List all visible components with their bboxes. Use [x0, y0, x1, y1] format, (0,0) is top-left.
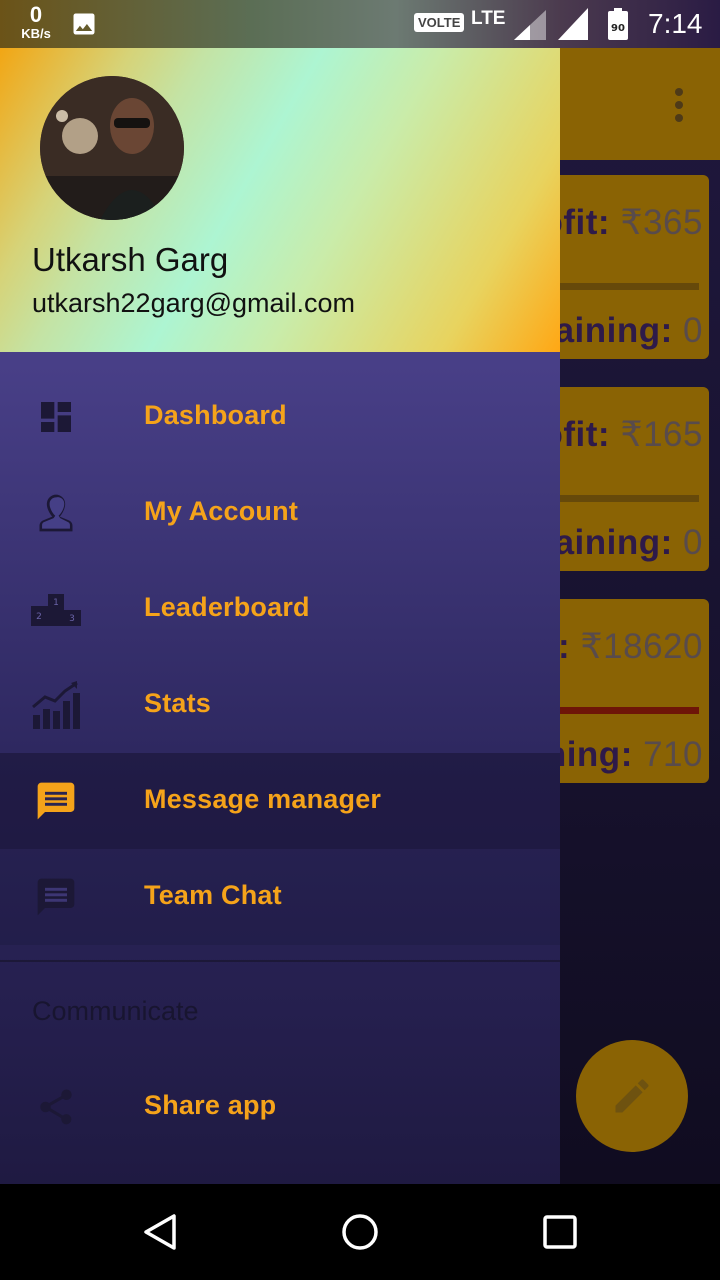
drawer-header: Utkarsh Garg utkarsh22garg@gmail.com: [0, 48, 560, 352]
signal-icon: [514, 10, 546, 40]
account-icon: [28, 485, 84, 541]
chat-icon: [28, 869, 84, 925]
nav-item-my-account[interactable]: My Account: [0, 465, 560, 561]
nav-item-stats[interactable]: Stats: [0, 657, 560, 753]
navigation-drawer: Utkarsh Garg utkarsh22garg@gmail.com Das…: [0, 48, 560, 1184]
nav-item-dashboard[interactable]: Dashboard: [0, 369, 560, 465]
podium-icon: 2 13: [28, 581, 84, 637]
volte-badge: VOLTE: [414, 13, 465, 32]
back-button[interactable]: [136, 1208, 184, 1256]
image-notification-icon: [73, 13, 95, 35]
svg-text:90: 90: [611, 23, 625, 34]
nav-item-message-manager[interactable]: Message manager: [0, 753, 560, 849]
svg-text:2: 2: [36, 612, 42, 622]
home-icon: [342, 1214, 378, 1250]
nav-item-label: Message manager: [144, 784, 382, 814]
profit-row: ofit: ₹165: [541, 415, 703, 454]
edit-fab-button[interactable]: [576, 1040, 688, 1152]
nav-item-team-chat[interactable]: Team Chat: [0, 849, 560, 945]
overflow-menu-icon[interactable]: [674, 88, 684, 122]
nav-item-label: Share app: [144, 1090, 277, 1120]
nav-item-label: Dashboard: [144, 400, 287, 430]
back-icon: [144, 1214, 176, 1250]
svg-text:1: 1: [53, 598, 59, 608]
nav-item-label: Stats: [144, 688, 212, 718]
battery-icon: 90: [608, 8, 628, 40]
section-header-communicate: Communicate: [32, 996, 199, 1026]
pencil-icon: [615, 1079, 649, 1113]
stats-icon: [28, 677, 84, 733]
nav-item-label: My Account: [144, 496, 299, 526]
svg-text:3: 3: [69, 614, 75, 624]
system-navigation-bar: [0, 1184, 720, 1280]
remaining-row: ning: 710: [544, 735, 703, 774]
share-icon: [28, 1079, 84, 1135]
message-icon: [28, 773, 84, 829]
profit-row: ofit: ₹365: [541, 203, 703, 242]
network-type: LTE: [471, 8, 506, 29]
recents-icon: [543, 1215, 577, 1249]
home-button[interactable]: [336, 1208, 384, 1256]
avatar[interactable]: [40, 76, 184, 220]
nav-item-leaderboard[interactable]: 2 13 Leaderboard: [0, 561, 560, 657]
nav-item-label: Team Chat: [144, 880, 282, 910]
avatar-photo: [40, 76, 184, 220]
clock: 7:14: [648, 8, 703, 39]
dashboard-icon: [28, 389, 84, 445]
signal-icon: [558, 8, 588, 40]
nav-item-share-app[interactable]: Share app: [0, 1059, 560, 1155]
user-name: Utkarsh Garg: [32, 241, 229, 278]
status-bar: 0 KB/s VOLTE LTE 90 7:14: [0, 0, 720, 48]
divider: [0, 960, 560, 962]
user-email: utkarsh22garg@gmail.com: [32, 288, 356, 318]
profit-row: t: ₹18620: [546, 627, 703, 666]
network-speed: 0 KB/s: [21, 2, 51, 41]
nav-item-label: Leaderboard: [144, 592, 310, 622]
recents-button[interactable]: [536, 1208, 584, 1256]
